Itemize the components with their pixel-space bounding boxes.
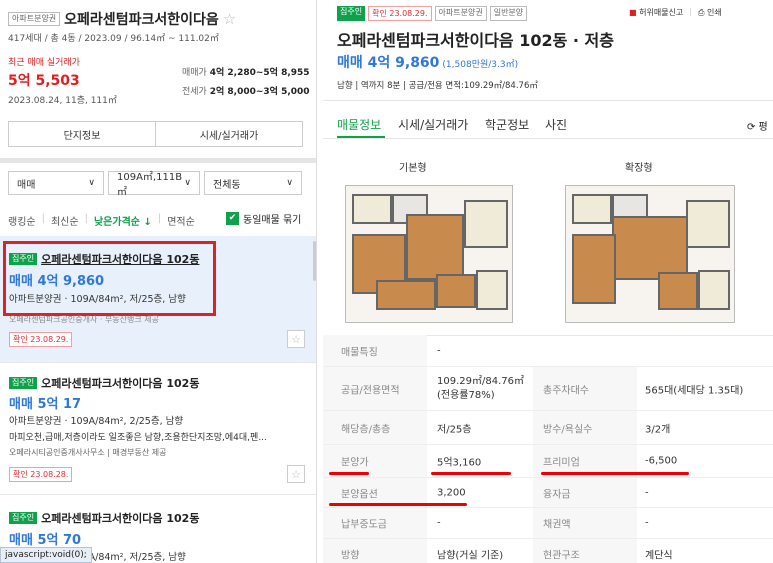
type-tag: 아파트분양권	[434, 6, 487, 21]
red-underline-annotation	[329, 503, 467, 506]
plan-extended-label: 확장형	[625, 163, 653, 174]
chevron-down-icon: ∨	[88, 178, 95, 188]
complex-meta: 417세대 / 총 4동 / 2023.09 / 96.14㎡ ~ 111.02…	[8, 34, 219, 44]
listing-desc: 아파트분양권 · 109A/84m², 2/25층, 남향	[9, 416, 184, 427]
scrollbar-thumb[interactable]	[313, 241, 316, 281]
complex-type-tag: 아파트분양권	[8, 12, 61, 26]
tab-price-history[interactable]: 시세/실거래가	[398, 116, 468, 133]
detail-actions: ■ 허위매물신고 | ⎙ 인쇄	[629, 7, 722, 18]
chevron-down-icon: ∨	[286, 178, 293, 188]
print-link[interactable]: ⎙ 인쇄	[698, 7, 722, 18]
group-same-listings[interactable]: ✔ 동일매물 묶기	[226, 211, 301, 226]
recent-deal-price: 5억 5,503	[8, 73, 80, 89]
favorite-star-icon[interactable]: ☆	[223, 10, 236, 28]
favorite-star-icon[interactable]: ☆	[287, 465, 305, 483]
general-sale-tag: 일반분양	[489, 6, 528, 21]
complex-info-button[interactable]: 단지정보	[8, 121, 156, 147]
listing-title[interactable]: 오페라센텀파크서한이다음 102동	[41, 510, 199, 526]
sort-options: 랭킹순 | 최신순 | 낮은가격순 ↓ | 면적순	[8, 213, 195, 228]
recent-deal-label: 최근 매매 실거래가	[8, 58, 80, 68]
refresh-icon[interactable]: ⟳ 평	[747, 118, 768, 133]
owner-tag: 집주인	[337, 6, 366, 21]
report-link[interactable]: ■ 허위매물신고	[629, 7, 683, 18]
sort-low-price[interactable]: 낮은가격순 ↓	[94, 213, 152, 228]
confirm-date-badge: 확인 23.08.29.	[9, 332, 73, 347]
detail-panel: 집주인 확인 23.08.29. 아파트분양권 일반분양 ■ 허위매물신고 | …	[323, 0, 773, 563]
listing-panel: 아파트분양권 오페라센텀파크서한이다음 ☆ 417세대 / 총 4동 / 202…	[0, 0, 317, 563]
alarm-icon: ■	[629, 8, 637, 17]
row-divider	[0, 362, 316, 363]
print-icon: ⎙	[697, 8, 705, 17]
owner-tag: 집주인	[9, 377, 38, 389]
floor-plan-extended-image[interactable]	[565, 185, 735, 323]
price-per-area: (1,508만원/3.3㎡)	[442, 60, 519, 70]
listing-price: 매매 4억 9,860	[9, 274, 105, 289]
jeonse-range: 전세가 2억 8,000~3억 5,000	[182, 87, 310, 97]
dong-select[interactable]: 전체동 ∨	[204, 171, 302, 195]
listing-price: 매매 5억 70	[9, 533, 82, 548]
listing-note: 마피오천,급매,저층이라도 일조좋은 남향,조용한단지조망,에4대,펜...	[9, 433, 267, 443]
detail-tags: 집주인 확인 23.08.29. 아파트분양권 일반분양	[337, 6, 528, 21]
trade-type-select[interactable]: 매매 ∨	[8, 171, 104, 195]
info-row: 방향 남향(거실 기준) 현관구조 계단식	[323, 539, 773, 563]
listing-agent: 오페라시티공인중개사사무소 | 매경부동산 제공	[9, 448, 167, 457]
row-divider	[0, 494, 316, 495]
price-history-button[interactable]: 시세/실거래가	[155, 121, 303, 147]
confirm-date-badge: 확인 23.08.29.	[368, 6, 432, 21]
owner-tag: 집주인	[9, 512, 38, 524]
recent-deal-date: 2023.08.24, 11층, 111㎡	[8, 96, 117, 106]
listing-title-row: 집주인 오페라센텀파크서한이다음 102동	[9, 251, 199, 267]
plan-basic-label: 기본형	[399, 163, 427, 174]
sort-ranking[interactable]: 랭킹순	[8, 213, 36, 228]
info-row: 납부중도금 - 채권액 -	[323, 508, 773, 539]
chevron-down-icon: ∨	[184, 178, 191, 188]
listing-price: 매매 5억 17	[9, 397, 82, 412]
tab-school-info[interactable]: 학군정보	[485, 116, 529, 133]
red-underline-annotation	[329, 472, 369, 475]
sort-area[interactable]: 면적순	[167, 213, 195, 228]
owner-tag: 집주인	[9, 253, 38, 265]
sale-range: 매매가 4억 2,280~5억 8,955	[182, 68, 310, 78]
favorite-star-icon[interactable]: ☆	[287, 330, 305, 348]
sort-latest[interactable]: 최신순	[51, 213, 79, 228]
area-select[interactable]: 109A㎡,111B㎡ ∨	[108, 171, 200, 198]
red-underline-annotation	[541, 472, 689, 475]
section-gap	[0, 158, 316, 163]
detail-price: 매매 4억 9,860	[337, 55, 440, 71]
tab-photos[interactable]: 사진	[545, 116, 567, 133]
tab-listing-info[interactable]: 매물정보	[337, 116, 381, 133]
detail-summary: 남향 | 역까지 8분 | 공급/전용 면적:109.29㎡/84.76㎡	[337, 81, 538, 91]
status-bar-url: javascript:void(0);	[0, 547, 92, 563]
complex-name[interactable]: 오페라센텀파크서한이다음	[64, 9, 219, 29]
listing-title-row: 집주인 오페라센텀파크서한이다음 102동	[9, 375, 199, 391]
divider	[323, 100, 773, 101]
listing-title[interactable]: 오페라센텀파크서한이다음 102동	[41, 375, 199, 391]
checkbox-checked-icon[interactable]: ✔	[226, 212, 239, 225]
complex-header: 아파트분양권 오페라센텀파크서한이다음 ☆	[8, 9, 236, 29]
floor-plan-basic-image[interactable]	[345, 185, 513, 323]
red-underline-annotation	[431, 472, 511, 475]
listing-title[interactable]: 오페라센텀파크서한이다음 102동	[41, 251, 199, 267]
info-row: 해당층/총층 저/25층 방수/욕실수 3/2개	[323, 411, 773, 445]
info-row: 매물특징 -	[323, 335, 773, 367]
detail-title: 오페라센텀파크서한이다음 102동 · 저층	[337, 31, 614, 50]
confirm-date-badge: 확인 23.08.28.	[9, 467, 73, 482]
listing-agent: 오페라센텀파크공인중개사 · 부동산뱅크 제공	[9, 315, 160, 324]
divider	[323, 138, 773, 139]
listing-desc: 아파트분양권 · 109A/84m², 저/25층, 남향	[9, 294, 186, 305]
listing-title-row: 집주인 오페라센텀파크서한이다음 102동	[9, 510, 199, 526]
info-row: 공급/전용면적 109.29㎡/84.76㎡(전용률78%) 총주차대수 565…	[323, 367, 773, 411]
detail-price-row: 매매 4억 9,860 (1,508만원/3.3㎡)	[337, 52, 518, 72]
